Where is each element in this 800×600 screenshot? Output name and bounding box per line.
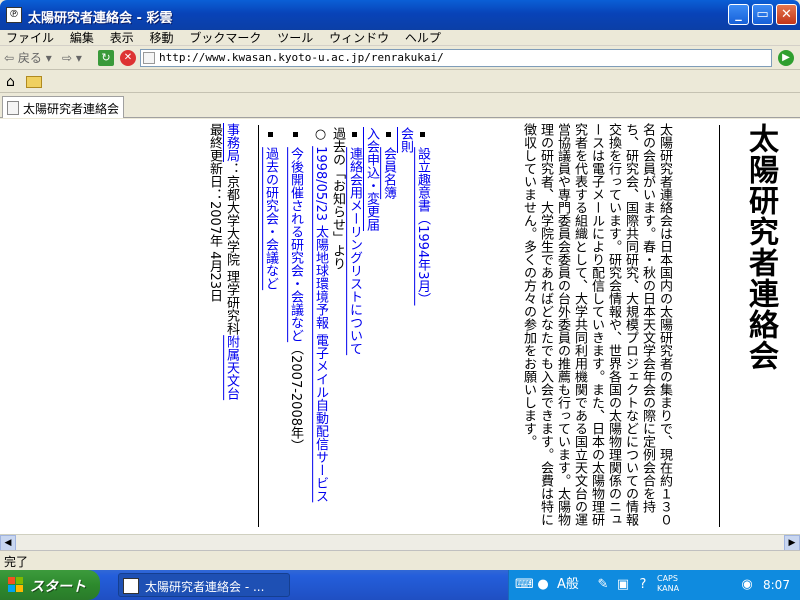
circle-bullet-icon: ○ (313, 127, 328, 142)
back-dropdown-icon[interactable]: ▾ (46, 51, 52, 65)
list-item: 連絡会用メーリングリストについて (346, 127, 363, 527)
back-arrow-icon: ⇦ (4, 51, 15, 65)
navigation-toolbar: ⇦ 戻る ▾ ⇨ ▾ ↻ ✕ ▶ (0, 46, 800, 70)
minimize-button[interactable]: _ (728, 4, 749, 25)
link-list: 設立趣意書（1994年3月） 会則 会員名簿 入会申込・変更届 連絡会用メーリン… (262, 127, 431, 527)
scroll-right-icon[interactable]: ▶ (784, 535, 800, 551)
list-item: ○ 1998/05/23 太陽地球環境予報 電子メイル自動配信サービス (312, 127, 329, 527)
divider (719, 125, 720, 527)
rules-link[interactable]: 会則 (398, 127, 413, 153)
bullet-icon (419, 132, 425, 137)
ime-tool-icon[interactable]: ✎ (595, 577, 611, 593)
last-updated: 最終更新日：2007年 4月23日 (207, 123, 222, 303)
close-button[interactable]: ✕ (776, 4, 797, 25)
charter-link[interactable]: 設立趣意書（1994年3月） (415, 147, 430, 305)
windows-logo-icon (8, 577, 24, 593)
upcoming-meetings-years: （2007-2008年） (288, 342, 303, 452)
menu-tools[interactable]: ツール (271, 30, 319, 46)
news-prefix: 過去の「お知らせ」 (330, 127, 345, 244)
url-input[interactable] (159, 50, 759, 66)
title-bar: ℗ 太陽研究者連絡会 - 彩雲 _ ▭ ✕ (0, 0, 800, 30)
menu-go[interactable]: 移動 (144, 30, 180, 46)
menu-file[interactable]: ファイル (0, 30, 60, 46)
ime-icon[interactable]: ● (535, 577, 551, 593)
forecast-service-link[interactable]: 1998/05/23 太陽地球環境予報 電子メイル自動配信サービス (313, 146, 328, 502)
taskbar: スタート 太陽研究者連絡会 - ... ⌨ ● A般 ✎ ▣ ? CAPS KA… (0, 570, 800, 600)
forward-button[interactable]: ⇨ ▾ (62, 49, 82, 67)
go-icon[interactable]: ▶ (778, 50, 794, 66)
scroll-left-icon[interactable]: ◀ (0, 535, 16, 551)
tab-bar: 太陽研究者連絡会 (0, 94, 800, 118)
caps-label: CAPS (657, 574, 678, 583)
home-icon[interactable]: ⌂ (6, 74, 22, 90)
menu-bookmarks[interactable]: ブックマーク (183, 30, 267, 46)
taskbar-item-browser[interactable]: 太陽研究者連絡会 - ... (118, 573, 290, 597)
list-item: 過去の研究会・会議など (262, 127, 279, 527)
keyboard-icon[interactable]: ⌨ (515, 577, 534, 593)
tab-label: 太陽研究者連絡会 (23, 102, 120, 116)
maximize-button[interactable]: ▭ (752, 4, 773, 25)
page-icon (7, 101, 19, 115)
system-tray: ⌨ ● A般 ✎ ▣ ? CAPS KANA ◉ 8:07 (508, 570, 800, 600)
bullet-icon (292, 132, 298, 137)
status-text: 完了 (4, 555, 29, 569)
window-title: 太陽研究者連絡会 - 彩雲 (28, 11, 173, 26)
browser-app-icon (123, 578, 139, 594)
address-bar[interactable] (140, 49, 772, 67)
page-heading: 太陽研究者連絡会 (743, 123, 778, 371)
observatory-link[interactable]: 附属天文台 (224, 335, 239, 400)
office-text: ：京都大学大学院 理学研究科 (224, 162, 239, 336)
ime-help-icon[interactable]: ? (635, 577, 651, 593)
horizontal-scrollbar[interactable]: ◀ ▶ (0, 534, 800, 551)
menu-window[interactable]: ウィンドウ (323, 30, 395, 46)
back-button[interactable]: ⇦ 戻る ▾ (4, 49, 52, 67)
past-meetings-link[interactable]: 過去の研究会・会議など (263, 147, 278, 290)
office-link[interactable]: 事務局 (224, 123, 239, 162)
status-bar: 完了 (0, 550, 800, 570)
page-favicon-icon (143, 52, 155, 64)
menu-help[interactable]: ヘルプ (399, 30, 447, 46)
list-item: 入会申込・変更届 (363, 127, 380, 527)
browser-app-icon: ℗ (6, 7, 22, 23)
kana-label: KANA (657, 584, 680, 593)
menu-view[interactable]: 表示 (104, 30, 140, 46)
start-label: スタート (30, 579, 86, 595)
caps-kana-indicator: CAPS KANA (657, 574, 679, 594)
office-line: 事務局：京都大学大学院 理学研究科附属天文台 (223, 123, 240, 533)
list-item: 今後開催される研究会・会議など（2007-2008年） (287, 127, 304, 527)
bullet-icon (267, 132, 273, 137)
news-suffix: より (330, 244, 345, 270)
divider (258, 125, 259, 527)
page-content: 太陽研究者連絡会 太陽研究者連絡会は日本国内の太陽研究者の集まりで、現在約１３０… (0, 119, 800, 534)
menu-bar: ファイル 編集 表示 移動 ブックマーク ツール ウィンドウ ヘルプ (0, 30, 800, 46)
menu-edit[interactable]: 編集 (64, 30, 100, 46)
bookmark-folder-icon[interactable] (26, 76, 42, 88)
list-item: 会則 (397, 127, 414, 527)
taskbar-item-label: 太陽研究者連絡会 - ... (145, 580, 265, 594)
intro-paragraph: 太陽研究者連絡会は日本国内の太陽研究者の集まりで、現在約１３０名の会員がいます。… (521, 123, 672, 526)
footer: 事務局：京都大学大学院 理学研究科附属天文台 最終更新日：2007年 4月23日 (206, 123, 240, 533)
list-item: 過去の「お知らせ」より (329, 127, 346, 527)
list-item: 会員名簿 (380, 127, 397, 527)
clock: 8:07 (763, 578, 790, 592)
ime-dictionary-icon[interactable]: ▣ (615, 577, 631, 593)
tab-renrakukai[interactable]: 太陽研究者連絡会 (2, 96, 124, 118)
forward-arrow-icon: ⇨ (62, 51, 73, 65)
forward-dropdown-icon[interactable]: ▾ (76, 51, 82, 65)
stop-icon[interactable]: ✕ (120, 50, 136, 66)
bullet-icon (351, 132, 357, 137)
list-item: 設立趣意書（1994年3月） (414, 127, 431, 527)
bullet-icon (385, 132, 391, 137)
volume-icon[interactable]: ◉ (739, 577, 755, 593)
mailing-list-link[interactable]: 連絡会用メーリングリストについて (347, 147, 362, 355)
reload-icon[interactable]: ↻ (98, 50, 114, 66)
start-button[interactable]: スタート (0, 570, 100, 600)
upcoming-meetings-link[interactable]: 今後開催される研究会・会議など (288, 147, 303, 342)
member-list-link[interactable]: 会員名簿 (381, 147, 396, 199)
ime-mode-label[interactable]: A般 (557, 577, 593, 593)
back-label: 戻る (17, 51, 42, 65)
membership-form-link[interactable]: 入会申込・変更届 (364, 127, 379, 231)
personal-toolbar: ⌂ (0, 71, 800, 93)
